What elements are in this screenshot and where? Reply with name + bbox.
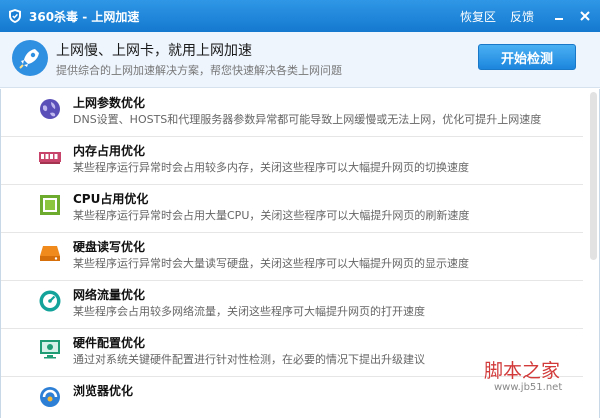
minimize-button[interactable] <box>548 6 570 26</box>
memory-icon <box>37 144 63 170</box>
watermark: 脚本之家 www.jb51.net <box>476 356 596 416</box>
title-bar: 360杀毒 - 上网加速 恢复区 反馈 <box>0 0 600 32</box>
rocket-icon <box>12 40 48 76</box>
list-item-memory[interactable]: 内存占用优化 某些程序运行异常时会占用较多内存，关闭这些程序可以大幅提升网页的切… <box>1 137 583 185</box>
scrollbar-thumb[interactable] <box>590 92 597 260</box>
speedometer-icon <box>37 288 63 314</box>
item-name: CPU占用优化 <box>73 192 149 206</box>
list-item-traffic[interactable]: 网络流量优化 某些程序会占用较多网络流量，关闭这些程序可大幅提升网页的打开速度 <box>1 281 583 329</box>
item-desc: 某些程序运行异常时会占用大量CPU，关闭这些程序可以大幅提升网页的刷新速度 <box>73 209 470 222</box>
shield-icon <box>7 8 23 24</box>
item-desc: 某些程序会占用较多网络流量，关闭这些程序可大幅提升网页的打开速度 <box>73 305 425 318</box>
close-icon <box>580 11 590 21</box>
item-desc: 某些程序运行异常时会占用较多内存，关闭这些程序可以大幅提升网页的切换速度 <box>73 161 469 174</box>
banner-subline: 提供综合的上网加速解决方案，帮您快速解决各类上网问题 <box>56 64 342 77</box>
monitor-icon <box>37 336 63 362</box>
minimize-icon <box>555 18 563 20</box>
item-name: 浏览器优化 <box>73 384 134 398</box>
list-item-cpu[interactable]: CPU占用优化 某些程序运行异常时会占用大量CPU，关闭这些程序可以大幅提升网页… <box>1 185 583 233</box>
item-desc: 某些程序运行异常时会大量读写硬盘，关闭这些程序可以大幅提升网页的显示速度 <box>73 257 469 270</box>
list-item-harddisk[interactable]: 硬盘读写优化 某些程序运行异常时会大量读写硬盘，关闭这些程序可以大幅提升网页的显… <box>1 233 583 281</box>
globe-icon <box>37 96 63 122</box>
watermark-text: 脚本之家 <box>484 360 561 382</box>
browser-icon <box>37 384 63 410</box>
start-detect-button[interactable]: 开始检测 <box>478 44 576 70</box>
banner: 上网慢、上网卡，就用上网加速 提供综合的上网加速解决方案，帮您快速解决各类上网问… <box>0 32 600 88</box>
cpu-icon <box>37 192 63 218</box>
banner-headline: 上网慢、上网卡，就用上网加速 <box>56 43 252 59</box>
window-title: 360杀毒 - 上网加速 <box>29 9 140 24</box>
item-name: 内存占用优化 <box>73 144 146 158</box>
list-item-network-params[interactable]: 上网参数优化 DNS设置、HOSTS和代理服务器参数异常都可能导致上网缓慢或无法… <box>1 89 583 137</box>
item-name: 硬件配置优化 <box>73 336 146 350</box>
watermark-url: www.jb51.net <box>494 382 563 393</box>
item-name: 硬盘读写优化 <box>73 240 146 254</box>
feedback-link[interactable]: 反馈 <box>510 8 534 25</box>
item-desc: 通过对系统关键硬件配置进行针对性检测，在必要的情况下提出升级建议 <box>73 353 425 366</box>
close-button[interactable] <box>574 6 596 26</box>
item-name: 上网参数优化 <box>73 96 146 110</box>
harddisk-icon <box>37 240 63 266</box>
item-name: 网络流量优化 <box>73 288 146 302</box>
restore-area-link[interactable]: 恢复区 <box>460 8 496 25</box>
item-desc: DNS设置、HOSTS和代理服务器参数异常都可能导致上网缓慢或无法上网，优化可提… <box>73 113 542 126</box>
